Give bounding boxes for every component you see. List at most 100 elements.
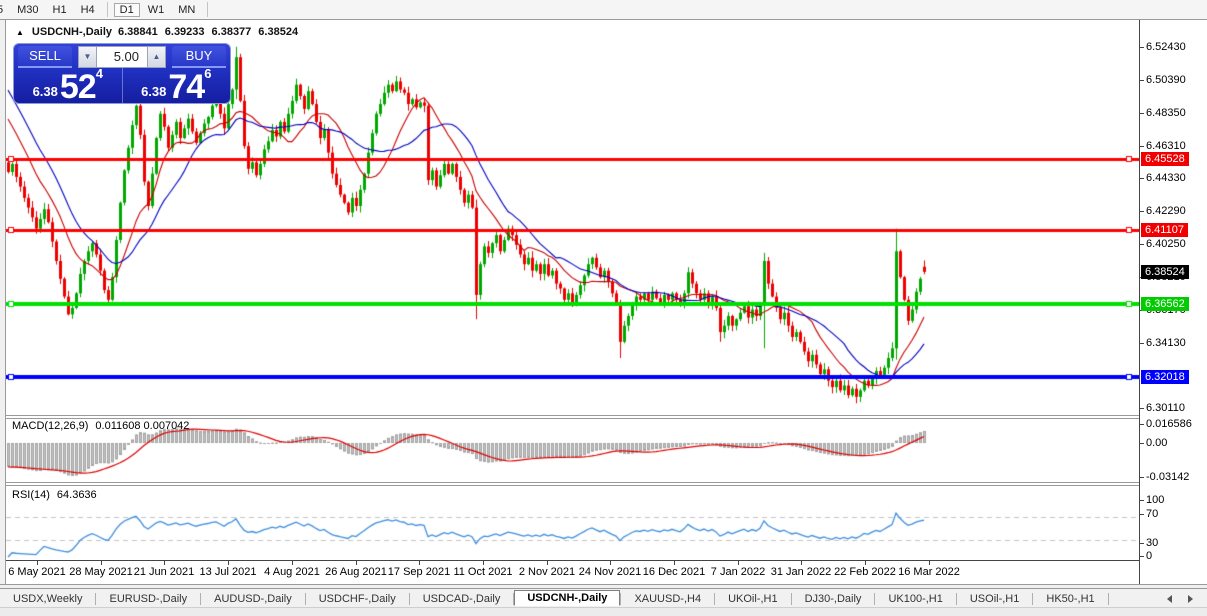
date-tick-mark	[164, 561, 165, 565]
toolbar-separator	[106, 2, 108, 17]
collapse-icon[interactable]: ▲	[16, 28, 24, 37]
date-label: 31 Jan 2022	[770, 566, 832, 578]
rsi-tick-mark	[1140, 556, 1144, 557]
ohlc-high: 6.39233	[164, 26, 205, 38]
timeframe-button-m30[interactable]: M30	[11, 3, 44, 17]
buy-button[interactable]: BUY	[172, 46, 226, 68]
price-tick-label: 6.48350	[1146, 107, 1186, 119]
ohlc-open: 6.38841	[118, 26, 158, 38]
chart-tab-usdcad-daily[interactable]: USDCAD-,Daily	[410, 591, 514, 607]
rsi-panel-canvas[interactable]	[6, 487, 1139, 560]
price-tick-mark	[1140, 211, 1144, 212]
price-tick-mark	[1140, 343, 1144, 344]
ohlc-close: 6.38524	[258, 26, 299, 38]
date-tick-mark	[101, 561, 102, 565]
chart-tab-usdcnh-daily[interactable]: USDCNH-,Daily	[514, 590, 621, 606]
date-label: 24 Nov 2021	[578, 566, 642, 578]
volume-stepper: ▼ 5.00 ▲	[78, 46, 166, 68]
date-tick-mark	[929, 561, 930, 565]
chart-tab-hk50-h1[interactable]: HK50-,H1	[1033, 591, 1107, 607]
macd-label: MACD(12,26,9)	[12, 420, 89, 432]
date-tick-mark	[419, 561, 420, 565]
chart-tab-eurusd-daily[interactable]: EURUSD-,Daily	[96, 591, 200, 607]
symbol-title: USDCNH-,Daily	[31, 26, 112, 38]
chart-tab-ukoil-h1[interactable]: UKOil-,H1	[715, 591, 791, 607]
timeframe-button-h4[interactable]: H4	[75, 3, 101, 17]
date-label: 7 Jan 2022	[710, 566, 766, 578]
price-badge-6.41107: 6.41107	[1141, 223, 1188, 237]
rsi-tick-mark	[1140, 500, 1144, 501]
chart-tab-usdx-weekly[interactable]: USDX,Weekly	[0, 591, 95, 607]
sell-price-big: 52	[59, 68, 97, 106]
rsi-label-row: RSI(14) 64.3636	[12, 489, 97, 501]
rsi-splitter-top[interactable]	[6, 482, 1139, 483]
one-click-trade-panel: SELL ▼ 5.00 ▲ BUY 6.38 52 4 6.38 74 6	[13, 43, 231, 104]
tab-scroll-arrows	[1167, 594, 1207, 603]
tab-scroll-right-icon[interactable]	[1188, 594, 1193, 603]
macd-label-row: MACD(12,26,9) 0.011608 0.007042	[12, 420, 189, 432]
timeframe-button-w1[interactable]: W1	[142, 3, 171, 17]
date-tick-mark	[37, 561, 38, 565]
price-tick-mark	[1140, 80, 1144, 81]
macd-values: 0.011608 0.007042	[95, 420, 190, 432]
price-tick-mark	[1140, 244, 1144, 245]
tab-scroll-left-icon[interactable]	[1167, 594, 1172, 603]
rsi-axis-label: 30	[1146, 537, 1159, 549]
date-tick-mark	[547, 561, 548, 565]
date-tick-mark	[738, 561, 739, 565]
chart-tab-dj30-daily[interactable]: DJ30-,Daily	[792, 591, 875, 607]
chart-tab-audusd-daily[interactable]: AUDUSD-,Daily	[201, 591, 305, 607]
rsi-splitter-bottom[interactable]	[6, 485, 1139, 486]
date-label: 6 May 2021	[8, 566, 66, 578]
mt4-application: 5M30H1H4 D1W1MN ▲ USDCNH-,Daily 6.38841 6…	[0, 0, 1207, 616]
timeframe-button-5[interactable]: 5	[0, 3, 9, 17]
price-tick-mark	[1140, 113, 1144, 114]
date-label: 4 Aug 2021	[264, 566, 320, 578]
timeframe-button-mn[interactable]: MN	[172, 3, 201, 17]
chart-title-row: ▲ USDCNH-,Daily 6.38841 6.39233 6.38377 …	[16, 26, 298, 38]
macd-axis-label: -0.03142	[1146, 471, 1190, 483]
chart-tab-usdchf-daily[interactable]: USDCHF-,Daily	[306, 591, 409, 607]
rsi-axis-label: 0	[1146, 550, 1153, 562]
timeframe-toolbar: 5M30H1H4 D1W1MN	[0, 0, 1207, 20]
timeframe-button-d1[interactable]: D1	[113, 2, 140, 17]
date-tick-mark	[610, 561, 611, 565]
rsi-values: 64.3636	[56, 489, 97, 501]
tab-separator	[1107, 592, 1109, 605]
sell-button[interactable]: SELL	[18, 46, 72, 68]
buy-price-big: 74	[168, 68, 205, 106]
macd-splitter-top[interactable]	[6, 415, 1139, 416]
price-tick-label: 6.30110	[1146, 402, 1185, 414]
buy-price-small: 6.38	[141, 84, 167, 99]
volume-increase-button[interactable]: ▲	[147, 46, 166, 68]
macd-tick-mark	[1140, 477, 1144, 478]
rsi-tick-mark	[1140, 514, 1144, 515]
sell-price-display[interactable]: 6.38 52 4	[14, 66, 123, 106]
date-tick-mark	[292, 561, 293, 565]
price-tick-label: 6.42290	[1146, 205, 1186, 217]
price-tick-label: 6.44330	[1146, 172, 1186, 184]
price-tick-mark	[1140, 146, 1144, 147]
date-tick-mark	[356, 561, 357, 565]
window-top-border	[0, 19, 1207, 20]
buy-price-display[interactable]: 6.38 74 6	[123, 66, 231, 106]
time-axis-border	[6, 560, 1139, 561]
date-label: 2 Nov 2021	[518, 566, 576, 578]
volume-field[interactable]: 5.00	[97, 46, 147, 68]
chart-tab-uk100-h1[interactable]: UK100-,H1	[875, 591, 955, 607]
chart-tab-xauusd-h4[interactable]: XAUUSD-,H4	[621, 591, 714, 607]
volume-decrease-button[interactable]: ▼	[78, 46, 97, 68]
price-tick-label: 6.40250	[1146, 238, 1186, 250]
window-bottom-border	[0, 584, 1207, 585]
sell-price-sup: 4	[95, 66, 103, 81]
price-badge-6.45528: 6.45528	[1141, 152, 1189, 166]
timeframe-button-h1[interactable]: H1	[47, 3, 73, 17]
rsi-axis-label: 100	[1146, 494, 1165, 506]
chart-tab-usoil-h1[interactable]: USOil-,H1	[957, 591, 1033, 607]
price-tick-label: 6.34130	[1146, 337, 1186, 349]
price-badge-6.36562: 6.36562	[1141, 297, 1189, 311]
date-label: 17 Sep 2021	[387, 566, 451, 578]
macd-tick-mark	[1140, 443, 1144, 444]
price-tick-mark	[1140, 178, 1144, 179]
price-tick-mark	[1140, 47, 1144, 48]
